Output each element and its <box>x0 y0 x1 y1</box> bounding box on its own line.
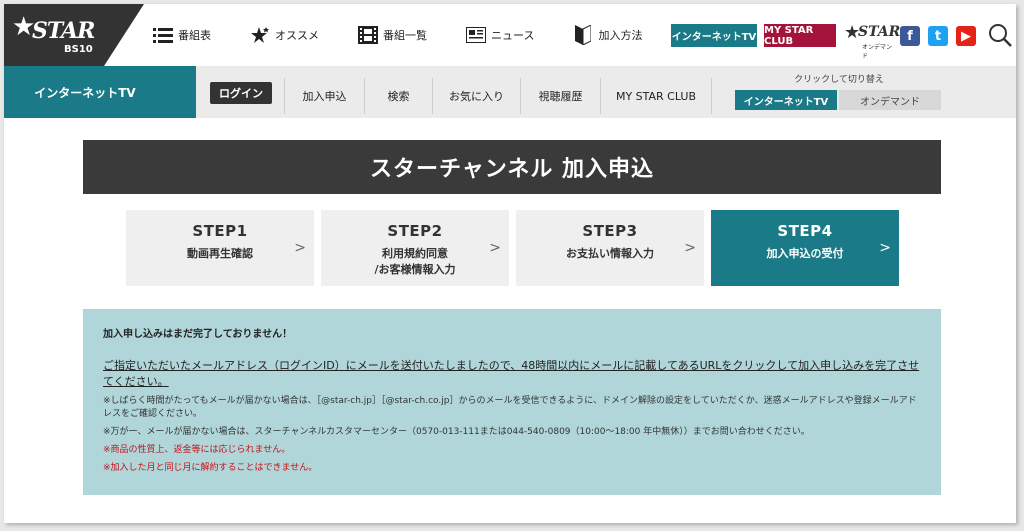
login-button[interactable]: ログイン <box>210 82 272 104</box>
step-number: STEP3 <box>582 222 638 240</box>
service-nav: インターネットTV ログイン 加入申込 検索 お気に入り 視聴履歴 MY STA… <box>4 66 1016 118</box>
star-logo[interactable]: ★ STAR BS10 <box>4 4 144 66</box>
subnav-item-history[interactable]: 視聴履歴 <box>520 78 600 114</box>
subnav-item-my-star-club[interactable]: MY STAR CLUB <box>600 78 712 114</box>
notice-main-message: ご指定いただいたメールアドレス（ログインID）にメールを送付いたしましたので、4… <box>103 359 920 388</box>
twitter-icon[interactable]: t <box>928 26 948 46</box>
chevron-right-icon: > <box>489 240 501 256</box>
ondemand-logo-text: STAR <box>858 24 901 40</box>
top-nav: 番組表 オススメ 番組一覧 ニュース 加入方法 <box>152 22 680 48</box>
step-number: STEP4 <box>777 222 833 240</box>
list-icon <box>152 26 174 44</box>
completion-notice: 加入申し込みはまだ完了しておりません！ ご指定いただいたメールアドレス（ログイン… <box>83 309 941 495</box>
nav-program-list[interactable]: 番組一覧 <box>357 22 427 48</box>
notice-note-no-refund: ※商品の性質上、返金等には応じられません。 <box>103 445 291 455</box>
chevron-right-icon: > <box>684 240 696 256</box>
toggle-ondemand[interactable]: オンデマンド <box>839 90 941 110</box>
notice-heading: 加入申し込みはまだ完了しておりません！ <box>103 329 293 340</box>
internet-tv-button[interactable]: インターネットTV <box>671 24 757 47</box>
internet-tv-section-tab[interactable]: インターネットTV <box>4 66 196 118</box>
notice-note-support: ※万が一、メールが届かない場合は、スターチャンネルカスタマーセンター（0570-… <box>103 427 810 437</box>
step-description: 加入申込の受付 <box>766 247 844 260</box>
my-star-club-button[interactable]: MY STAR CLUB <box>764 24 836 47</box>
step-description: お支払い情報入力 <box>566 247 654 260</box>
toggle-label: クリックして切り替え <box>794 75 884 85</box>
facebook-icon[interactable]: f <box>900 26 920 46</box>
chevron-right-icon: > <box>294 240 306 256</box>
step-description: 動画再生確認 <box>187 247 253 260</box>
nav-recommend[interactable]: オススメ <box>249 22 319 48</box>
nav-label: オススメ <box>275 29 319 42</box>
beginner-mark-icon <box>572 25 594 45</box>
notice-note-no-same-month-cancel: ※加入した月と同じ月に解約することはできません。 <box>103 463 318 473</box>
chevron-right-icon: > <box>879 240 891 256</box>
nav-news[interactable]: ニュース <box>465 22 534 48</box>
film-icon <box>357 26 379 44</box>
nav-label: 番組一覧 <box>383 29 427 42</box>
step-1: STEP1 動画再生確認 > <box>126 210 314 286</box>
youtube-icon[interactable]: ▶ <box>956 26 976 46</box>
toggle-internet-tv[interactable]: インターネットTV <box>735 90 837 110</box>
browser-page: ★ STAR BS10 番組表 オススメ 番組一覧 ニュース 加入方法 インター… <box>4 4 1016 523</box>
subnav-item-search[interactable]: 検索 <box>364 78 432 114</box>
subnav-item-apply[interactable]: 加入申込 <box>284 78 364 114</box>
step-description: 利用規約同意 /お客様情報入力 <box>374 247 456 276</box>
step-4-active: STEP4 加入申込の受付 > <box>711 210 899 286</box>
nav-label: ニュース <box>491 29 535 42</box>
search-icon[interactable] <box>988 23 1012 47</box>
step-2: STEP2 利用規約同意 /お客様情報入力 > <box>321 210 509 286</box>
site-header: ★ STAR BS10 番組表 オススメ 番組一覧 ニュース 加入方法 インター… <box>4 4 1016 66</box>
nav-how-to-join[interactable]: 加入方法 <box>572 22 642 48</box>
step-number: STEP2 <box>387 222 443 240</box>
ondemand-logo-sub: オンデマンド <box>862 44 893 60</box>
logo-text: STAR <box>32 18 95 44</box>
star-icon <box>249 26 271 44</box>
star-ondemand-logo[interactable]: ★ STAR オンデマンド <box>844 20 900 60</box>
nav-program-guide[interactable]: 番組表 <box>152 22 211 48</box>
step-number: STEP1 <box>192 222 248 240</box>
notice-note-email: ※しばらく時間がたってもメールが届かない場合は、［@star-ch.jp］［@s… <box>103 396 917 419</box>
subnav-item-favorites[interactable]: お気に入り <box>432 78 520 114</box>
nav-label: 加入方法 <box>598 29 643 42</box>
news-icon <box>465 26 487 44</box>
logo-sub: BS10 <box>64 44 93 55</box>
nav-label: 番組表 <box>178 29 211 42</box>
page-title: スターチャンネル 加入申込 <box>83 140 941 194</box>
step-3: STEP3 お支払い情報入力 > <box>516 210 704 286</box>
